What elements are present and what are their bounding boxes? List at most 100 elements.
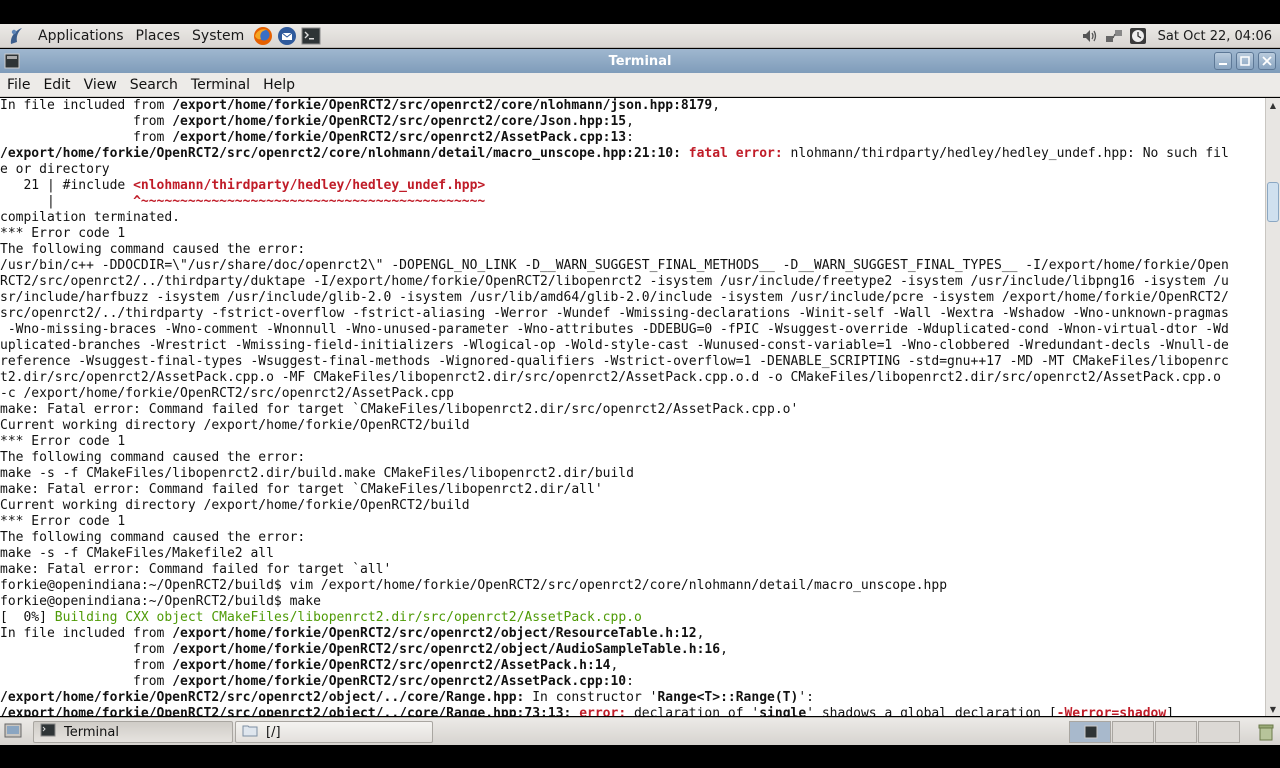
clock[interactable]: Sat Oct 22, 04:06 — [1158, 29, 1272, 44]
terminal-text-segment: from — [0, 674, 173, 689]
terminal-text-segment: : — [626, 674, 634, 689]
terminal-text-segment: , — [712, 98, 721, 113]
terminal-line: In file included from /export/home/forki… — [0, 98, 1265, 114]
menu-help[interactable]: Help — [256, 77, 301, 93]
terminal-text-segment: In constructor ' — [524, 690, 658, 705]
terminal-text-segment: , — [610, 658, 619, 673]
workspace-2[interactable] — [1112, 721, 1154, 743]
terminal-text-segment: *** Error code 1 — [0, 514, 126, 529]
terminal-text-segment: -c /export/home/forkie/OpenRCT2/src/open… — [0, 386, 454, 401]
maximize-button[interactable] — [1236, 52, 1254, 70]
terminal-text-segment: /usr/bin/c++ -DDOCDIR=\"/usr/share/doc/o… — [0, 258, 1229, 273]
terminal-text-segment: /export/home/forkie/OpenRCT2/src/openrct… — [172, 626, 697, 641]
terminal-line: src/openrct2/../thirdparty -fstrict-over… — [0, 306, 1265, 322]
terminal-text-segment: -Werror=shadow — [1056, 706, 1167, 716]
window-menu-icon[interactable] — [4, 53, 20, 69]
terminal-text-segment: The following command caused the error: — [0, 450, 306, 465]
system-tray: Sat Oct 22, 04:06 — [1080, 24, 1272, 48]
terminal-line: [ 0%] Building CXX object CMakeFiles/lib… — [0, 610, 1265, 626]
terminal-line: make: Fatal error: Command failed for ta… — [0, 482, 1265, 498]
places-menu[interactable]: Places — [130, 24, 187, 48]
terminal-line: t2.dir/src/openrct2/AssetPack.cpp.o -MF … — [0, 370, 1265, 386]
scrollbar-thumb[interactable] — [1267, 182, 1279, 222]
terminal-line: Current working directory /export/home/f… — [0, 498, 1265, 514]
terminal-line: make: Fatal error: Command failed for ta… — [0, 562, 1265, 578]
taskbar-file-browser[interactable]: [/] — [235, 721, 433, 743]
workspace-4[interactable] — [1198, 721, 1240, 743]
terminal-text-segment: The following command caused the error: — [0, 242, 306, 257]
volume-icon[interactable] — [1080, 26, 1100, 46]
terminal-text-segment: Current working directory /export/home/f… — [0, 418, 470, 433]
terminal-text-segment: *** Error code 1 — [0, 226, 126, 241]
terminal-text-segment: from — [0, 658, 173, 673]
terminal-text-segment: declaration of ' — [633, 706, 760, 716]
terminal-text-segment: -Wno-missing-braces -Wno-comment -Wnonnu… — [0, 322, 1229, 337]
terminal-line: make: Fatal error: Command failed for ta… — [0, 402, 1265, 418]
terminal-line: from /export/home/forkie/OpenRCT2/src/op… — [0, 130, 1265, 146]
terminal-text-segment: /export/home/forkie/OpenRCT2/src/openrct… — [172, 130, 627, 145]
terminal-text-segment: /export/home/forkie/OpenRCT2/src/openrct… — [172, 98, 713, 113]
terminal-text-segment: ' shadows a global declaration [ — [806, 706, 1057, 716]
terminal-line: *** Error code 1 — [0, 514, 1265, 530]
terminal-text-segment: Current working directory /export/home/f… — [0, 498, 470, 513]
terminal-line: sr/include/harfbuzz -isystem /usr/includ… — [0, 290, 1265, 306]
terminal-line: uplicated-branches -Wrestrict -Wmissing-… — [0, 338, 1265, 354]
network-icon[interactable] — [1104, 26, 1124, 46]
scroll-down-arrow-icon[interactable]: ▼ — [1266, 702, 1280, 716]
menu-edit[interactable]: Edit — [36, 77, 76, 93]
minimize-button[interactable] — [1214, 52, 1232, 70]
terminal-text-segment: single — [759, 706, 807, 716]
terminal-line: The following command caused the error: — [0, 450, 1265, 466]
screen-top-border — [0, 0, 1280, 24]
terminal-text-segment: uplicated-branches -Wrestrict -Wmissing-… — [0, 338, 1229, 353]
terminal-text-segment: : — [626, 130, 634, 145]
terminal-text-segment: e or directory — [0, 162, 110, 177]
applications-menu[interactable]: Applications — [32, 24, 130, 48]
firefox-launcher-icon[interactable] — [252, 25, 274, 47]
window-title: Terminal — [608, 53, 672, 69]
terminal-line: compilation terminated. — [0, 210, 1265, 226]
menu-search[interactable]: Search — [123, 77, 184, 93]
menu-terminal[interactable]: Terminal — [184, 77, 256, 93]
terminal-text-segment: make: Fatal error: Command failed for ta… — [0, 402, 799, 417]
clock-applet-icon[interactable] — [1128, 26, 1148, 46]
close-button[interactable] — [1258, 52, 1276, 70]
terminal-text-segment: make: Fatal error: Command failed for ta… — [0, 562, 392, 577]
show-desktop-icon[interactable] — [4, 723, 22, 743]
terminal-text-segment: compilation terminated. — [0, 210, 181, 225]
terminal-text-segment: from — [0, 114, 173, 129]
terminal-text-segment: forkie@openindiana:~/OpenRCT2/build$ mak… — [0, 594, 321, 609]
terminal-text-segment: 21 | #include — [0, 178, 134, 193]
terminal-text-segment: from — [0, 130, 173, 145]
terminal-line: from /export/home/forkie/OpenRCT2/src/op… — [0, 642, 1265, 658]
terminal-text-segment: In file included from — [0, 98, 173, 113]
terminal-line: reference -Wsuggest-final-types -Wsugges… — [0, 354, 1265, 370]
bottom-panel: Terminal [/] — [0, 717, 1280, 745]
thunderbird-launcher-icon[interactable] — [276, 25, 298, 47]
terminal-text-segment: from — [0, 642, 173, 657]
menu-view[interactable]: View — [77, 77, 123, 93]
taskbar-terminal[interactable]: Terminal — [33, 721, 233, 743]
scroll-up-arrow-icon[interactable]: ▲ — [1266, 98, 1280, 112]
terminal-line: *** Error code 1 — [0, 434, 1265, 450]
workspace-1[interactable] — [1069, 721, 1111, 743]
terminal-window-titlebar[interactable]: Terminal — [0, 49, 1280, 73]
terminal-output[interactable]: In file included from /export/home/forki… — [0, 98, 1265, 716]
terminal-text-segment: , — [626, 114, 634, 129]
terminal-text-segment: /export/home/forkie/OpenRCT2/src/openrct… — [0, 146, 689, 161]
terminal-text-segment: Building CXX object CMakeFiles/libopenrc… — [54, 610, 642, 625]
trash-icon[interactable] — [1256, 722, 1276, 746]
terminal-line: Current working directory /export/home/f… — [0, 418, 1265, 434]
menu-file[interactable]: File — [0, 77, 36, 93]
terminal-text-segment: <nlohmann/thirdparty/hedley/hedley_undef… — [133, 178, 486, 193]
terminal-text-segment: nlohmann/thirdparty/hedley/hedley_undef.… — [790, 146, 1229, 161]
system-menu[interactable]: System — [186, 24, 250, 48]
terminal-line: from /export/home/forkie/OpenRCT2/src/op… — [0, 114, 1265, 130]
terminal-line: | ^~~~~~~~~~~~~~~~~~~~~~~~~~~~~~~~~~~~~~… — [0, 194, 1265, 210]
openindiana-logo-icon[interactable] — [6, 26, 26, 46]
terminal-scrollbar[interactable]: ▲ ▼ — [1265, 98, 1280, 716]
folder-task-icon — [242, 723, 258, 741]
terminal-launcher-icon[interactable] — [300, 25, 322, 47]
workspace-3[interactable] — [1155, 721, 1197, 743]
terminal-text-segment: t2.dir/src/openrct2/AssetPack.cpp.o -MF … — [0, 370, 1221, 385]
